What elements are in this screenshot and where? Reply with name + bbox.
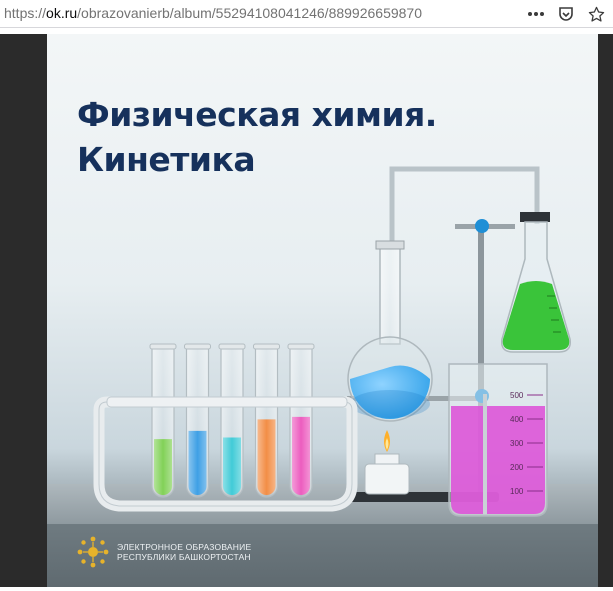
beaker-mark-500: 500 [510, 391, 524, 400]
test-tube [218, 343, 246, 498]
test-tube [149, 343, 177, 498]
test-tube-rim [149, 343, 177, 350]
bookmark-star-icon[interactable] [585, 3, 607, 25]
viewer-left-margin [0, 34, 47, 587]
logo-icon [77, 536, 109, 568]
beaker-mark-300: 300 [510, 439, 524, 448]
spirit-burner [364, 430, 410, 495]
test-tube-glass [289, 346, 313, 498]
erlenmeyer-flask [500, 212, 572, 353]
pocket-icon[interactable] [555, 3, 577, 25]
test-tube-rim [218, 343, 246, 350]
round-flask [347, 240, 433, 422]
url-scheme: https:// [4, 5, 47, 21]
url-domain: ok.ru [46, 5, 78, 21]
url-path: /obrazovanierb/album/55294108041246/8899… [77, 5, 423, 21]
url-text[interactable]: https://ok.ru/obrazovanierb/album/552941… [4, 5, 422, 21]
lab-equipment-illustration: 500 400 300 200 100 [93, 166, 572, 517]
test-tube-glass [185, 346, 210, 498]
test-tube-glass [254, 346, 279, 498]
beaker-mark-200: 200 [510, 463, 524, 472]
test-tube [184, 343, 211, 498]
logo-line2: РЕСПУБЛИКИ БАШКОРТОСТАН [117, 552, 251, 562]
rack-top-bar [106, 396, 348, 408]
more-icon[interactable] [525, 3, 547, 25]
album-photo[interactable]: Физическая химия. Кинетика 500 400 300 2… [47, 34, 598, 587]
test-tube-rim [184, 343, 211, 350]
test-tube-glass [151, 346, 175, 498]
glass-tube [389, 166, 540, 244]
beaker-mark-100: 100 [510, 487, 524, 496]
logo-text: ЭЛЕКТРОННОЕ ОБРАЗОВАНИЕ РЕСПУБЛИКИ БАШКО… [117, 542, 251, 562]
beaker-mark-400: 400 [510, 415, 524, 424]
viewer-right-margin [598, 34, 613, 587]
test-tube-rim [253, 343, 280, 350]
graduated-beaker: 500 400 300 200 100 [448, 363, 548, 517]
test-tube-rim [287, 343, 315, 350]
address-bar[interactable]: https://ok.ru/obrazovanierb/album/552941… [0, 0, 613, 28]
logo-line1: ЭЛЕКТРОННОЕ ОБРАЗОВАНИЕ [117, 542, 252, 552]
test-tube [287, 343, 315, 498]
test-tube-glass [220, 346, 244, 498]
test-tubes [149, 343, 315, 498]
test-tube [253, 343, 280, 498]
